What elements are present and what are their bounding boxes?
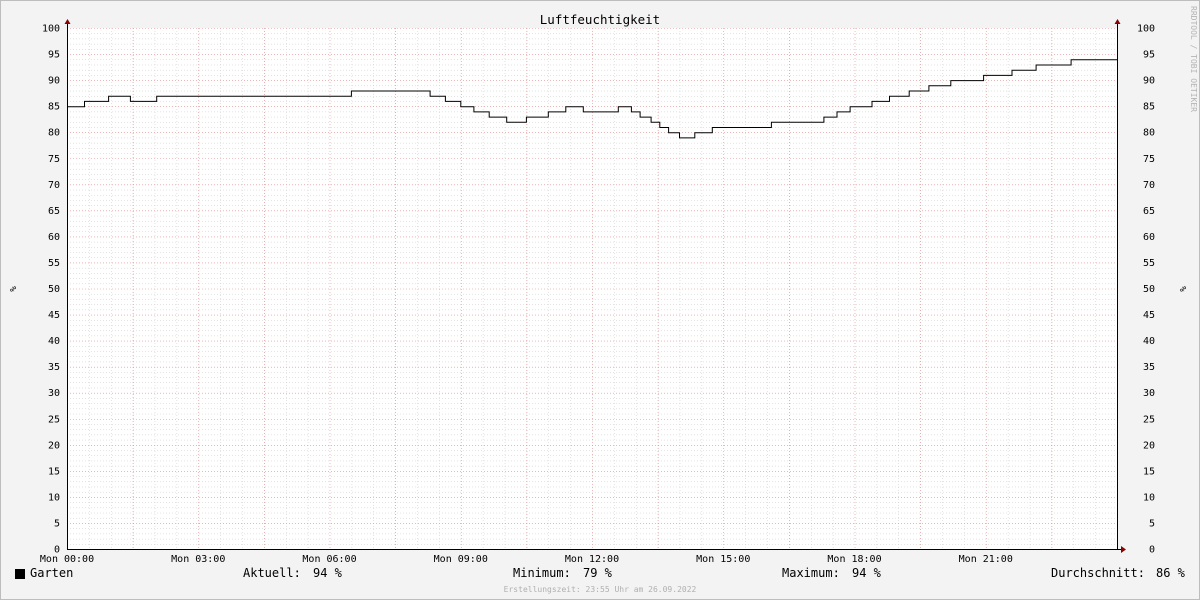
maximum-label: Maximum:	[782, 566, 840, 580]
legend-series-name: Garten	[30, 566, 74, 580]
y-tick-label-right: 95	[1143, 50, 1155, 61]
chart-title: Luftfeuchtigkeit	[540, 12, 660, 27]
y-axis-arrow-left	[64, 19, 71, 24]
y-tick-label: 45	[48, 310, 60, 321]
y-tick-label-right: 15	[1143, 466, 1155, 477]
y-tick-label: 50	[48, 284, 60, 295]
y-tick-label-right: 10	[1143, 492, 1155, 503]
y-tick-label-right: 30	[1143, 388, 1155, 399]
y-tick-label-right: 85	[1143, 102, 1155, 113]
y-tick-label: 90	[48, 76, 60, 87]
y-tick-label: 5	[54, 518, 60, 529]
y-tick-label: 85	[48, 102, 60, 113]
y-tick-labels-right: 0 5 10 15 20 25 30 35 40 45 50 55 60 65 70 75 80 85 90 95 10…	[1137, 24, 1155, 556]
y-tick-label-right: 70	[1143, 180, 1155, 191]
y-tick-label-right: 65	[1143, 206, 1155, 217]
average-label: Durchschnitt:	[1051, 566, 1145, 580]
creation-time-footer: Erstellungszeit: 23:55 Uhr am 26.09.2022	[503, 585, 697, 594]
y-tick-label: 65	[48, 206, 60, 217]
rrdtool-watermark: RRDTOOL / TOBI OETIKER	[1189, 6, 1198, 112]
legend-color-swatch	[15, 569, 25, 579]
y-tick-label: 80	[48, 128, 60, 139]
x-tick-label: Mon 00:00	[40, 554, 94, 565]
y-tick-label-right: 90	[1143, 76, 1155, 87]
y-tick-label: 60	[48, 232, 60, 243]
y-tick-label: 35	[48, 362, 60, 373]
y-tick-label-right: 75	[1143, 154, 1155, 165]
x-tick-label: Mon 18:00	[827, 554, 881, 565]
maximum-value: 94 %	[852, 566, 881, 580]
y-tick-label-right: 45	[1143, 310, 1155, 321]
y-tick-label: 100	[42, 24, 60, 35]
minimum-label: Minimum:	[513, 566, 571, 580]
y-tick-label-right: 35	[1143, 362, 1155, 373]
x-tick-label: Mon 15:00	[696, 554, 750, 565]
y-tick-label: 55	[48, 258, 60, 269]
plot-area	[67, 28, 1117, 549]
y-tick-label-right: 40	[1143, 336, 1155, 347]
y-tick-label-right: 60	[1143, 232, 1155, 243]
y-tick-labels-left: 0510152025303540455055606570758085909510…	[42, 24, 60, 556]
y-tick-label-right: 80	[1143, 128, 1155, 139]
humidity-chart: 0 5 10 15 20 25 30 35 40 45 50 55 60 65 70 75 80 85 90 95 10…	[7, 6, 1198, 565]
y-tick-label-right: 25	[1143, 414, 1155, 425]
y-axis-arrow-right	[1114, 19, 1121, 24]
y-tick-label-right: 5	[1149, 518, 1155, 529]
x-tick-label: Mon 21:00	[959, 554, 1013, 565]
y-tick-label: 15	[48, 466, 60, 477]
y-axis-label-right: %	[1177, 286, 1187, 292]
x-tick-label: Mon 03:00	[171, 554, 225, 565]
current-value: 94 %	[313, 566, 342, 580]
x-tick-label: Mon 06:00	[302, 554, 356, 565]
x-axis-arrow	[1121, 546, 1126, 553]
plot-background	[67, 28, 1117, 549]
y-tick-label: 40	[48, 336, 60, 347]
y-tick-label-right: 55	[1143, 258, 1155, 269]
y-tick-label-right: 20	[1143, 440, 1155, 451]
x-tick-labels: Mon 00:00 Mon 03:00 Mon 06:00 Mon 09:00 Mon …	[40, 554, 1013, 565]
average-value: 86 %	[1156, 566, 1185, 580]
y-tick-label: 95	[48, 50, 60, 61]
y-tick-label: 20	[48, 440, 60, 451]
y-tick-label-right: 50	[1143, 284, 1155, 295]
y-tick-label: 70	[48, 180, 60, 191]
y-axis-label-left: %	[7, 286, 17, 292]
y-tick-label: 30	[48, 388, 60, 399]
legend-row: Garten Aktuell: 94 % Minimum: 79 % Maxim…	[0, 566, 1200, 584]
y-tick-label: 25	[48, 414, 60, 425]
current-label: Aktuell:	[243, 566, 301, 580]
y-tick-label-right: 100	[1137, 24, 1155, 35]
y-tick-label: 75	[48, 154, 60, 165]
y-tick-label-right: 0	[1149, 545, 1155, 556]
minimum-value: 79 %	[583, 566, 612, 580]
x-tick-label: Mon 12:00	[565, 554, 619, 565]
y-tick-label: 10	[48, 492, 60, 503]
x-tick-label: Mon 09:00	[434, 554, 488, 565]
